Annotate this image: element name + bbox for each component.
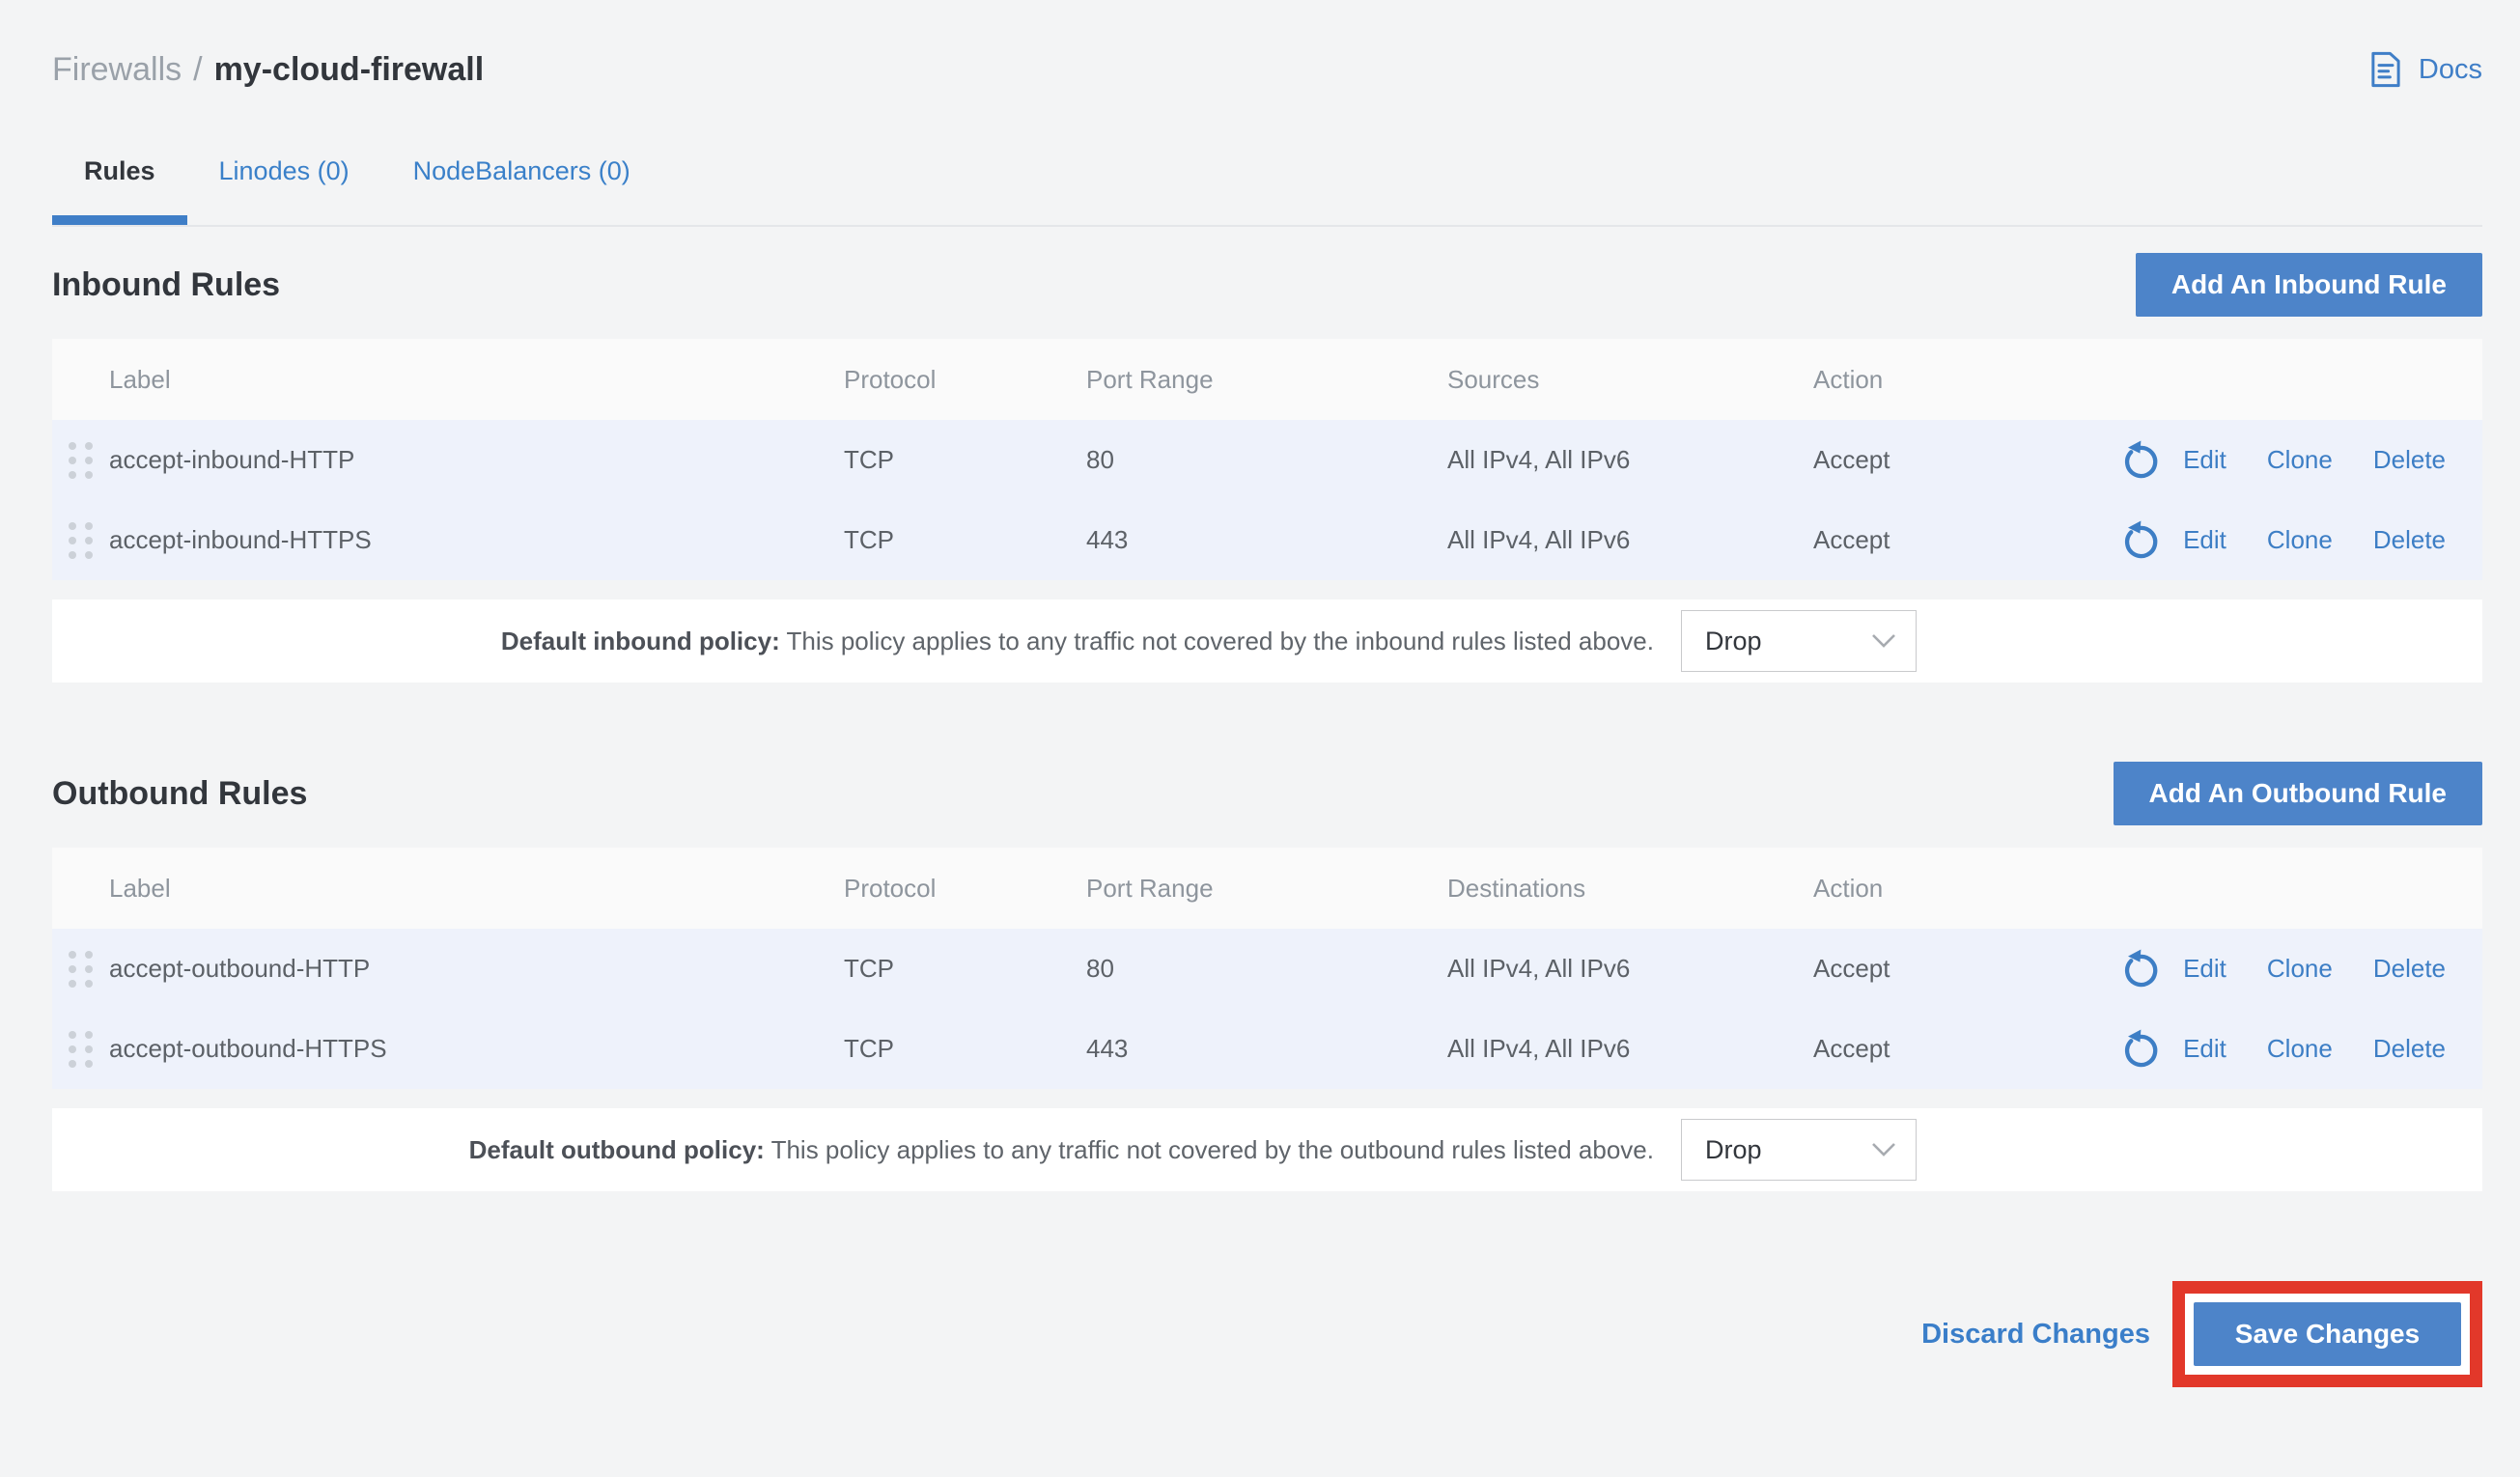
rule-label: accept-inbound-HTTPS (109, 525, 844, 555)
inbound-policy-label: Default inbound policy: (501, 627, 780, 655)
outbound-rules-title: Outbound Rules (52, 775, 307, 813)
rule-destinations: All IPv4, All IPv6 (1447, 954, 1813, 984)
rule-port-range: 80 (1086, 954, 1447, 984)
rule-sources: All IPv4, All IPv6 (1447, 445, 1813, 475)
column-header-protocol: Protocol (844, 874, 1086, 904)
rule-action: Accept (1813, 445, 1890, 475)
column-header-label: Label (109, 365, 844, 395)
firewall-detail-page: Firewalls / my-cloud-firewall Docs Rules… (0, 42, 2520, 1387)
rule-protocol: TCP (844, 525, 1086, 555)
column-header-label: Label (109, 874, 844, 904)
rule-protocol: TCP (844, 445, 1086, 475)
tab-linodes[interactable]: Linodes (0) (187, 145, 381, 225)
undo-icon[interactable] (2117, 1027, 2162, 1072)
tab-rules[interactable]: Rules (52, 145, 187, 225)
column-header-port-range: Port Range (1086, 874, 1447, 904)
inbound-rules-table: Label Protocol Port Range Sources Action… (52, 339, 2482, 580)
default-outbound-policy-select[interactable]: Drop (1681, 1119, 1917, 1181)
rule-port-range: 443 (1086, 1034, 1447, 1064)
inbound-section-header: Inbound Rules Add An Inbound Rule (52, 253, 2482, 317)
undo-icon[interactable] (2117, 438, 2162, 483)
breadcrumb-separator: / (193, 51, 202, 89)
inbound-policy-description: This policy applies to any traffic not c… (787, 627, 1655, 655)
drag-handle-icon[interactable] (69, 522, 93, 559)
rule-sources: All IPv4, All IPv6 (1447, 525, 1813, 555)
rule-port-range: 443 (1086, 525, 1447, 555)
edit-link[interactable]: Edit (2183, 525, 2226, 555)
inbound-policy-bar: Default inbound policy: This policy appl… (52, 599, 2482, 683)
drag-handle-icon[interactable] (69, 1031, 93, 1068)
delete-link[interactable]: Delete (2373, 525, 2446, 555)
breadcrumb-current-firewall: my-cloud-firewall (214, 51, 485, 89)
edit-link[interactable]: Edit (2183, 445, 2226, 475)
page-header: Firewalls / my-cloud-firewall Docs (52, 42, 2482, 97)
row-actions: Edit Clone Delete (2117, 1027, 2446, 1072)
rule-action: Accept (1813, 525, 1890, 555)
column-header-sources: Sources (1447, 365, 1813, 395)
edit-link[interactable]: Edit (2183, 954, 2226, 984)
tab-bar: Rules Linodes (0) NodeBalancers (0) (52, 145, 2482, 227)
column-header-action: Action (1813, 365, 2482, 395)
outbound-policy-description: This policy applies to any traffic not c… (771, 1135, 1654, 1164)
default-inbound-policy-select[interactable]: Drop (1681, 610, 1917, 672)
inbound-policy-text: Default inbound policy: This policy appl… (501, 627, 1654, 656)
column-header-protocol: Protocol (844, 365, 1086, 395)
outbound-policy-label: Default outbound policy: (469, 1135, 765, 1164)
outbound-policy-bar: Default outbound policy: This policy app… (52, 1108, 2482, 1191)
rule-label: accept-inbound-HTTP (109, 445, 844, 475)
drag-handle-icon[interactable] (69, 951, 93, 988)
form-actions-footer: Discard Changes Save Changes (52, 1281, 2482, 1387)
discard-changes-link[interactable]: Discard Changes (1921, 1319, 2150, 1351)
outbound-section-header: Outbound Rules Add An Outbound Rule (52, 762, 2482, 825)
add-outbound-rule-button[interactable]: Add An Outbound Rule (2114, 762, 2482, 825)
rule-label: accept-outbound-HTTPS (109, 1034, 844, 1064)
undo-icon[interactable] (2117, 518, 2162, 563)
rule-action: Accept (1813, 1034, 1890, 1064)
docs-label: Docs (2419, 54, 2482, 86)
column-header-action: Action (1813, 874, 2482, 904)
outbound-rules-table: Label Protocol Port Range Destinations A… (52, 848, 2482, 1089)
table-row: accept-outbound-HTTPS TCP 443 All IPv4, … (52, 1009, 2482, 1089)
edit-link[interactable]: Edit (2183, 1034, 2226, 1064)
breadcrumb-firewalls-link[interactable]: Firewalls (52, 51, 182, 89)
rule-label: accept-outbound-HTTP (109, 954, 844, 984)
docs-icon (2366, 49, 2406, 90)
rule-protocol: TCP (844, 1034, 1086, 1064)
table-row: accept-outbound-HTTP TCP 80 All IPv4, Al… (52, 929, 2482, 1009)
clone-link[interactable]: Clone (2267, 445, 2333, 475)
inbound-table-header: Label Protocol Port Range Sources Action (52, 339, 2482, 420)
column-header-destinations: Destinations (1447, 874, 1813, 904)
drag-handle-icon[interactable] (69, 442, 93, 479)
add-inbound-rule-button[interactable]: Add An Inbound Rule (2136, 253, 2482, 317)
row-actions: Edit Clone Delete (2117, 947, 2446, 991)
outbound-table-header: Label Protocol Port Range Destinations A… (52, 848, 2482, 929)
undo-icon[interactable] (2117, 947, 2162, 991)
delete-link[interactable]: Delete (2373, 954, 2446, 984)
chevron-down-icon (1871, 633, 1896, 649)
breadcrumb: Firewalls / my-cloud-firewall (52, 51, 484, 89)
delete-link[interactable]: Delete (2373, 445, 2446, 475)
chevron-down-icon (1871, 1142, 1896, 1157)
clone-link[interactable]: Clone (2267, 1034, 2333, 1064)
delete-link[interactable]: Delete (2373, 1034, 2446, 1064)
save-changes-button[interactable]: Save Changes (2194, 1302, 2461, 1366)
selected-policy-value: Drop (1705, 627, 1762, 656)
tab-nodebalancers[interactable]: NodeBalancers (0) (381, 145, 662, 225)
save-changes-highlight-box: Save Changes (2172, 1281, 2482, 1387)
outbound-policy-text: Default outbound policy: This policy app… (469, 1135, 1654, 1165)
rule-protocol: TCP (844, 954, 1086, 984)
row-actions: Edit Clone Delete (2117, 518, 2446, 563)
rule-action: Accept (1813, 954, 1890, 984)
rule-destinations: All IPv4, All IPv6 (1447, 1034, 1813, 1064)
row-actions: Edit Clone Delete (2117, 438, 2446, 483)
rule-port-range: 80 (1086, 445, 1447, 475)
table-row: accept-inbound-HTTP TCP 80 All IPv4, All… (52, 420, 2482, 500)
clone-link[interactable]: Clone (2267, 525, 2333, 555)
inbound-rules-title: Inbound Rules (52, 266, 280, 304)
selected-policy-value: Drop (1705, 1135, 1762, 1165)
clone-link[interactable]: Clone (2267, 954, 2333, 984)
column-header-port-range: Port Range (1086, 365, 1447, 395)
table-row: accept-inbound-HTTPS TCP 443 All IPv4, A… (52, 500, 2482, 580)
docs-link[interactable]: Docs (2366, 49, 2482, 90)
